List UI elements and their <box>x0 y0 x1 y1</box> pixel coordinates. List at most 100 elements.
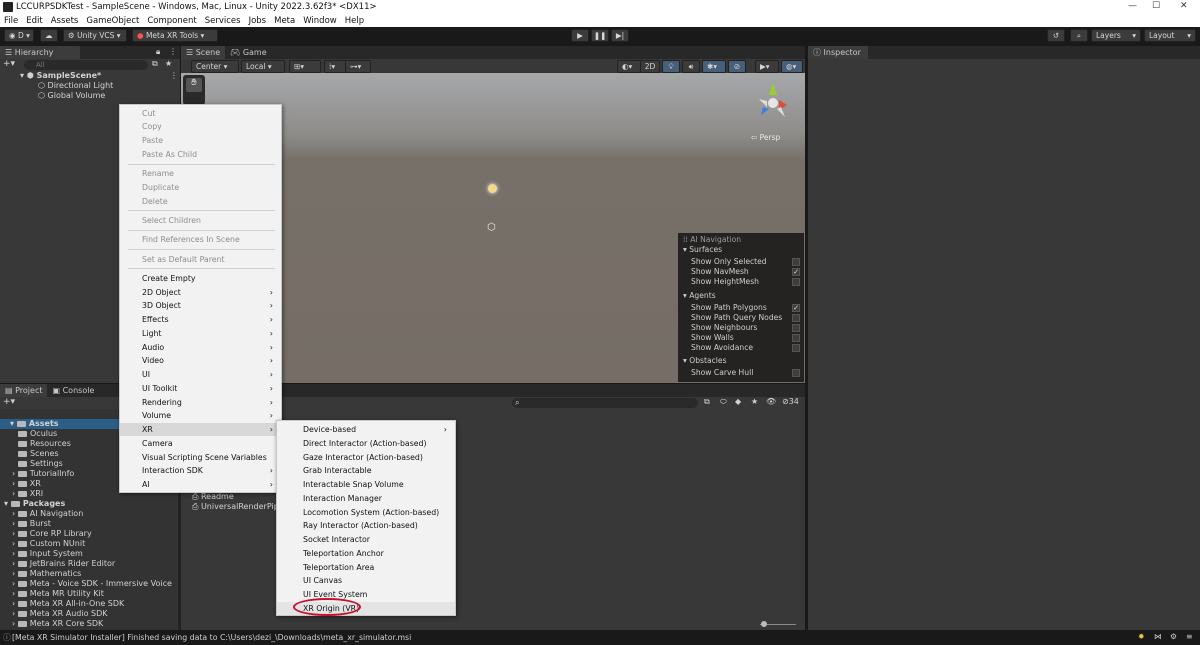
filter-icon[interactable]: ⧉ <box>152 59 158 69</box>
xr-item-ray-interactor[interactable]: Ray Interactor (Action-based) <box>277 519 455 532</box>
package-row[interactable]: › Core RP Library <box>12 529 92 539</box>
lock-icon[interactable]: 🔒︎ <box>156 47 160 57</box>
tab-game[interactable]: 🎮︎ Game <box>225 46 272 59</box>
nav-option-checkbox[interactable] <box>792 258 800 266</box>
package-row[interactable]: › Burst <box>12 519 51 529</box>
space-dropdown[interactable]: Local ▾ <box>241 60 285 73</box>
menu-services[interactable]: Services <box>205 16 241 26</box>
maximize-button[interactable]: ☐ <box>1152 1 1160 11</box>
project-add-button[interactable]: +▾ <box>3 397 15 407</box>
package-row[interactable]: › Meta XR Core SDK <box>12 619 103 629</box>
nav-option-checkbox[interactable] <box>792 334 800 342</box>
package-row[interactable]: › Meta - Voice SDK - Immersive Voice Cor <box>12 579 174 589</box>
package-row[interactable]: › Custom NUnit <box>12 539 85 549</box>
menu-assets[interactable]: Assets <box>51 16 79 26</box>
settings-icon[interactable]: ⚙ <box>1170 632 1177 641</box>
menu-item-camera[interactable]: Camera <box>120 437 281 450</box>
nav-option-checkbox[interactable]: ✓ <box>792 268 800 276</box>
xr-item-socket-interactor[interactable]: Socket Interactor <box>277 533 455 546</box>
hidden-objects-toggle[interactable]: ⊘ <box>728 60 746 73</box>
xr-item-interaction-manager[interactable]: Interaction Manager <box>277 492 455 505</box>
menu-item-ui[interactable]: UI › <box>120 368 281 381</box>
nav-option-checkbox[interactable] <box>792 278 800 286</box>
package-row[interactable]: › JetBrains Rider Editor <box>12 559 115 569</box>
folder-row[interactable]: › XRI <box>12 489 43 499</box>
menu-item-light[interactable]: Light › <box>120 327 281 340</box>
nav-option-checkbox[interactable] <box>792 324 800 332</box>
perspective-label[interactable]: ⇦ Persp <box>751 133 780 142</box>
xr-item-teleportation-anchor[interactable]: Teleportation Anchor <box>277 547 455 560</box>
minimize-button[interactable]: — <box>1128 1 1137 11</box>
menu-jobs[interactable]: Jobs <box>249 16 267 26</box>
menu-item-3d-object[interactable]: 3D Object › <box>120 299 281 312</box>
packages-folder-row[interactable]: ▾ Packages <box>4 499 65 509</box>
meta-xr-tools-button[interactable]: ● Meta XR Tools ▾ <box>132 29 218 42</box>
package-row[interactable]: › Meta XR All-in-One SDK <box>12 599 124 609</box>
asset-file-row[interactable]: ⎙ UniversalRenderPipel <box>192 502 286 512</box>
zoom-slider-handle[interactable] <box>761 621 767 627</box>
package-row[interactable]: › Meta MR Utility Kit <box>12 589 104 599</box>
menu-meta[interactable]: Meta <box>274 16 295 26</box>
folder-row[interactable]: Settings <box>18 459 63 469</box>
gizmos-button[interactable]: ◍▾ <box>781 60 803 73</box>
account-button[interactable]: ◉ D ▾ <box>4 29 34 42</box>
menu-item-ai[interactable]: AI › <box>120 478 281 491</box>
add-button[interactable]: +▾ <box>3 59 15 69</box>
lighting-icon[interactable]: ✹ <box>1138 632 1145 641</box>
folder-row[interactable]: › TutorialInfo <box>12 469 74 479</box>
tab-scene[interactable]: ☰ Scene <box>181 46 226 59</box>
package-row[interactable]: › Meta XR Audio SDK <box>12 609 108 619</box>
package-row[interactable]: › AI Navigation <box>12 509 83 519</box>
layers-icon[interactable]: ≡ <box>1186 632 1193 641</box>
step-button[interactable]: ▶| <box>611 29 629 42</box>
more-icon[interactable]: ⋮ <box>169 47 177 56</box>
hierarchy-search-input[interactable]: All <box>24 60 148 70</box>
scene-more-icon[interactable]: ⋮ <box>170 71 178 80</box>
menu-item-video[interactable]: Video › <box>120 354 281 367</box>
nav-option-checkbox[interactable] <box>792 344 800 352</box>
star-icon[interactable]: ★ <box>165 59 172 68</box>
hidden-packages-icon[interactable]: 👁︎ <box>766 397 776 406</box>
xr-item-teleportation-area[interactable]: Teleportation Area <box>277 561 455 574</box>
label-icon[interactable]: ◆ <box>735 397 741 406</box>
menu-item-interaction-sdk[interactable]: Interaction SDK › <box>120 464 281 477</box>
2d-toggle[interactable]: 2D <box>640 60 660 73</box>
volume-gizmo-icon[interactable]: ⬡ <box>487 222 496 233</box>
xr-item-locomotion-system[interactable]: Locomotion System (Action-based) <box>277 506 455 519</box>
menu-item-effects[interactable]: Effects › <box>120 313 281 326</box>
menu-item-visual-scripting[interactable]: Visual Scripting Scene Variables <box>120 451 281 464</box>
nav-option-checkbox[interactable] <box>792 369 800 377</box>
orientation-gizmo[interactable] <box>749 79 797 127</box>
vcs-button[interactable]: ⚙ Unity VCS ▾ <box>63 29 127 42</box>
pause-button[interactable]: ❚❚ <box>591 29 609 42</box>
menu-item-xr[interactable]: XR › <box>120 423 281 436</box>
layers-dropdown[interactable]: Layers ▾ <box>1091 29 1141 42</box>
xr-item-gaze-interactor[interactable]: Gaze Interactor (Action-based) <box>277 451 455 464</box>
package-row[interactable]: › Mathematics <box>12 569 81 579</box>
effects-toggle[interactable]: ✱▾ <box>702 60 726 73</box>
nav-option-checkbox[interactable]: ✓ <box>792 304 800 312</box>
search-by-type-icon[interactable]: ⧉ <box>704 397 710 407</box>
project-search-input[interactable]: ⌕ <box>512 398 698 408</box>
pivot-dropdown[interactable]: Center ▾ <box>191 60 239 73</box>
xr-item-grab-interactable[interactable]: Grab Interactable <box>277 464 455 477</box>
hand-tool-button[interactable]: ✋︎ <box>186 78 202 92</box>
close-window-button[interactable]: ✕ <box>1180 1 1188 11</box>
tab-inspector[interactable]: ⓘ Inspector <box>808 46 868 59</box>
menu-item-volume[interactable]: Volume › <box>120 409 281 422</box>
nav-section-header[interactable]: ▾ Surfaces <box>683 245 722 254</box>
xr-item-direct-interactor[interactable]: Direct Interactor (Action-based) <box>277 437 455 450</box>
menu-component[interactable]: Component <box>147 16 196 26</box>
scene-tools-button[interactable]: ⊶▾ <box>345 60 371 73</box>
folder-row[interactable]: › XR <box>12 479 41 489</box>
folder-row[interactable]: Oculus <box>18 429 57 439</box>
search-by-label-icon[interactable]: ⬭ <box>720 397 727 407</box>
menu-item-create-empty[interactable]: Create Empty <box>120 272 281 285</box>
search-button[interactable]: ⌕ <box>1070 29 1088 42</box>
saved-search-icon[interactable]: ★ <box>751 397 758 406</box>
menu-item-audio[interactable]: Audio › <box>120 341 281 354</box>
hierarchy-item[interactable]: ⬡ Global Volume <box>38 91 105 101</box>
audio-toggle[interactable]: 🔊︎ <box>682 60 700 73</box>
tab-hierarchy[interactable]: ☰ Hierarchy <box>0 46 80 59</box>
cloud-button[interactable]: ☁ <box>40 29 58 42</box>
